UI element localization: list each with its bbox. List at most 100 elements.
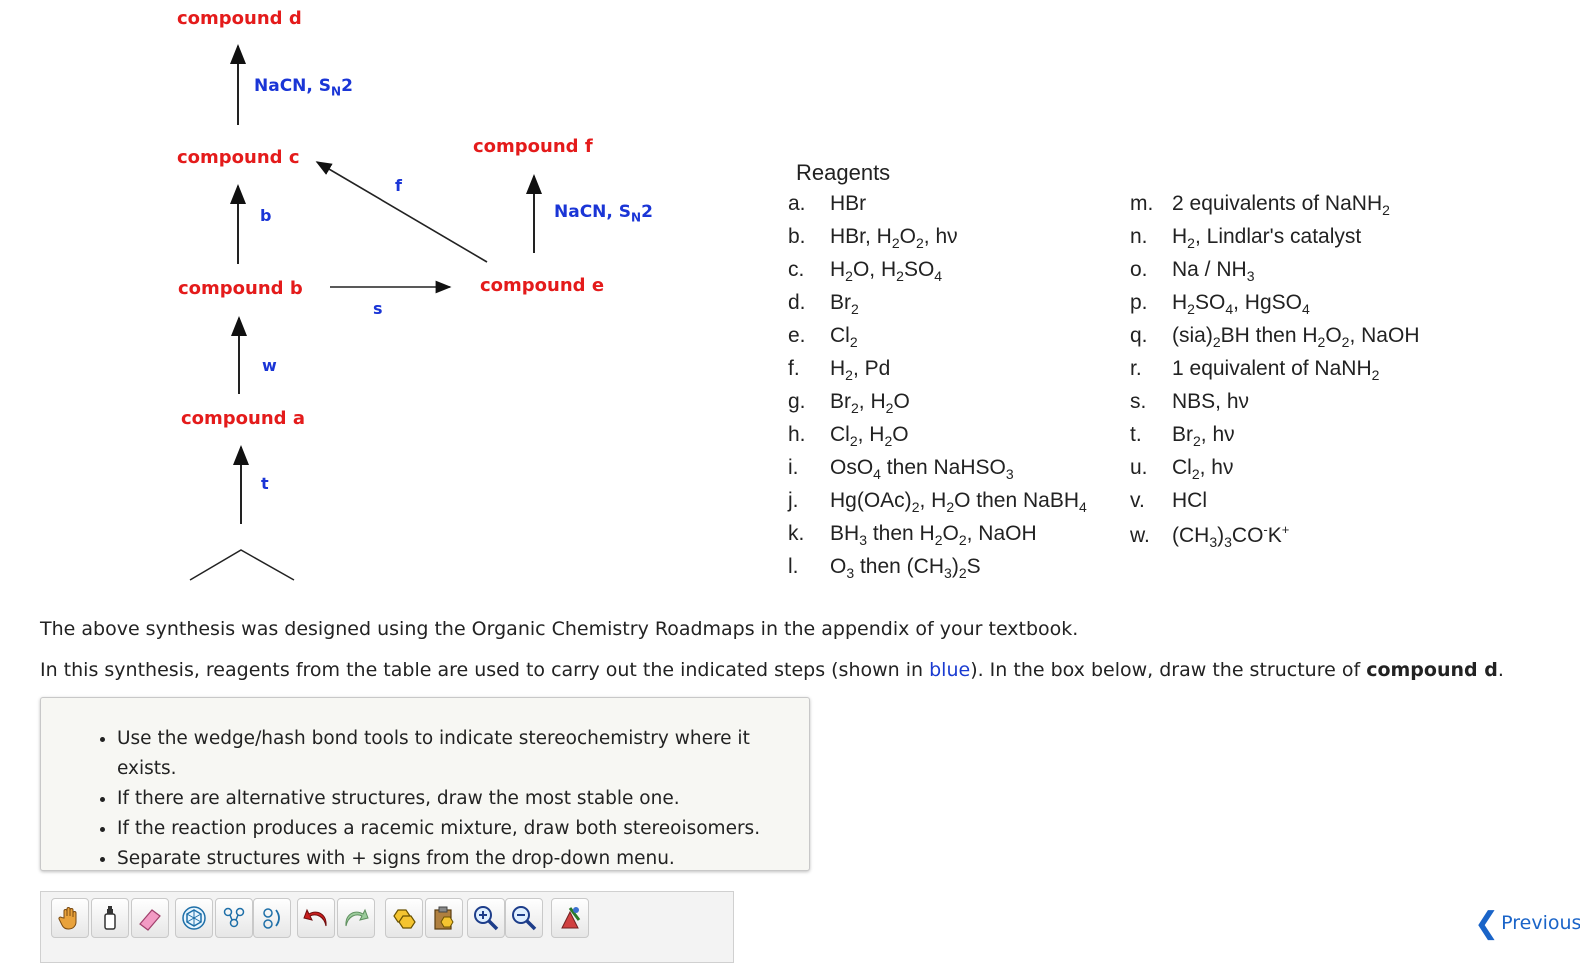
reagent-letter: m. <box>1130 192 1154 215</box>
reagent-p: p. H2SO4, HgSO4 <box>1130 291 1310 317</box>
reagent-j: j. Hg(OAc)2, H2O then NaBH4 <box>788 489 1087 515</box>
reagent-c: c. H2O, H2SO4 <box>788 258 942 284</box>
reagent-text: Br2 <box>830 291 859 318</box>
eraser-icon[interactable] <box>131 898 169 938</box>
reagent-text: NBS, hν <box>1172 390 1250 413</box>
compound-a-label: compound a <box>181 408 305 429</box>
reagent-letter: l. <box>788 555 799 578</box>
reagent-k: k. BH3 then H2O2, NaOH <box>788 522 1037 548</box>
reagent-text: (CH3)3CO-K+ <box>1172 522 1290 551</box>
reagent-letter: v. <box>1130 489 1145 512</box>
instruction-item: If the reaction produces a racemic mixtu… <box>117 814 809 844</box>
reagent-letter: o. <box>1130 258 1148 281</box>
reagent-text: HBr, H2O2, hν <box>830 225 958 252</box>
zoom-out-icon[interactable] <box>505 898 543 938</box>
compound-f-label: compound f <box>473 136 593 157</box>
reagent-text: (sia)2BH then H2O2, NaOH <box>1172 324 1420 351</box>
reagent-text: Hg(OAc)2, H2O then NaBH4 <box>830 489 1087 516</box>
reagent-text: Na / NH3 <box>1172 258 1255 285</box>
reagent-letter: w. <box>1130 524 1150 547</box>
reagent-t: t. Br2, hν <box>1130 423 1235 449</box>
starting-material-structure <box>189 549 295 581</box>
reagent-text: H2O, H2SO4 <box>830 258 943 285</box>
reagent-letter: c. <box>788 258 805 281</box>
instruction-item: Separate structures with + signs from th… <box>117 844 809 874</box>
reagent-letter: t. <box>1130 423 1142 446</box>
step-label-e-to-f: NaCN, SN2 <box>554 202 653 225</box>
question-intro: The above synthesis was designed using t… <box>40 618 1079 640</box>
arrow-e-to-c <box>315 161 488 263</box>
reagent-d: d. Br2 <box>788 291 859 317</box>
reagent-letter: e. <box>788 324 806 347</box>
rotate-icon[interactable] <box>253 898 291 938</box>
reagent-text: 2 equivalents of NaNH2 <box>1172 192 1390 219</box>
reagent-text: H2SO4, HgSO4 <box>1172 291 1310 318</box>
reagent-text: OsO4 then NaHSO3 <box>830 456 1014 483</box>
reagent-letter: k. <box>788 522 805 545</box>
clean-icon[interactable] <box>551 898 589 938</box>
reagent-letter: d. <box>788 291 806 314</box>
reagent-i: i. OsO4 then NaHSO3 <box>788 456 1014 482</box>
instructions-list: Use the wedge/hash bond tools to indicat… <box>41 724 809 874</box>
reagent-m: m. 2 equivalents of NaNH2 <box>1130 192 1390 218</box>
compound-c-label: compound c <box>177 147 300 168</box>
reagent-l: l. O3 then (CH3)2S <box>788 555 981 581</box>
reagent-letter: f. <box>788 357 800 380</box>
redo-icon[interactable] <box>337 898 375 938</box>
instructions-box: Use the wedge/hash bond tools to indicat… <box>40 697 810 871</box>
undo-icon[interactable] <box>297 898 335 938</box>
reagent-text: Cl2 <box>830 324 858 351</box>
step-label-start-to-a: t <box>261 474 269 493</box>
reagent-letter: u. <box>1130 456 1148 479</box>
compound-e-label: compound e <box>480 275 605 296</box>
reagent-letter: b. <box>788 225 806 248</box>
previous-label: Previous <box>1501 912 1580 934</box>
reagent-w: w. (CH3)3CO-K+ <box>1130 522 1289 550</box>
reaction-scheme <box>189 44 542 581</box>
compound-d-label: compound d <box>177 8 302 29</box>
reagent-letter: n. <box>1130 225 1148 248</box>
reagent-text: Br2, hν <box>1172 423 1235 450</box>
chain-icon[interactable] <box>215 898 253 938</box>
reagent-letter: i. <box>788 456 799 479</box>
step-label-a-to-b: w <box>262 356 277 375</box>
ring-template-icon[interactable] <box>175 898 213 938</box>
bottle-icon[interactable] <box>91 898 129 938</box>
step-label-b-to-c: b <box>260 206 272 225</box>
reagent-text: HCl <box>1172 489 1207 512</box>
hand-icon[interactable] <box>51 898 89 938</box>
reagent-text: BH3 then H2O2, NaOH <box>830 522 1037 549</box>
reagent-letter: j. <box>788 489 799 512</box>
drawing-toolbar <box>40 891 734 963</box>
reagent-letter: p. <box>1130 291 1148 314</box>
instruction-item: If there are alternative structures, dra… <box>117 784 809 814</box>
reagent-b: b. HBr, H2O2, hν <box>788 225 958 251</box>
step-label-e-to-c: f <box>395 176 402 195</box>
reagent-q: q. (sia)2BH then H2O2, NaOH <box>1130 324 1419 350</box>
reagent-text: Cl2, H2O <box>830 423 909 450</box>
reagent-r: r. 1 equivalent of NaNH2 <box>1130 357 1379 383</box>
zoom-in-icon[interactable] <box>467 898 505 938</box>
reagent-text: O3 then (CH3)2S <box>830 555 981 582</box>
reagent-letter: h. <box>788 423 806 446</box>
reagent-text: H2, Lindlar's catalyst <box>1172 225 1362 252</box>
reagent-text: H2, Pd <box>830 357 891 384</box>
reagent-f: f. H2, Pd <box>788 357 890 383</box>
previous-button[interactable]: ❮ Previous <box>1474 905 1580 941</box>
reagent-text: 1 equivalent of NaNH2 <box>1172 357 1380 384</box>
reagent-letter: g. <box>788 390 806 413</box>
reagent-e: e. Cl2 <box>788 324 858 350</box>
reagent-h: h. Cl2, H2O <box>788 423 909 449</box>
reagent-g: g. Br2, H2O <box>788 390 910 416</box>
reagent-v: v. HCl <box>1130 489 1207 513</box>
chevron-left-icon: ❮ <box>1474 905 1500 941</box>
reagents-title: Reagents <box>796 160 891 185</box>
reagent-u: u. Cl2, hν <box>1130 456 1234 482</box>
paste-icon[interactable] <box>425 898 463 938</box>
reagent-letter: r. <box>1130 357 1142 380</box>
reagent-s: s. NBS, hν <box>1130 390 1249 414</box>
copy-icon[interactable] <box>385 898 423 938</box>
instruction-item: Use the wedge/hash bond tools to indicat… <box>117 724 809 784</box>
reagent-a: a. HBr <box>788 192 866 216</box>
question-prompt: In this synthesis, reagents from the tab… <box>40 659 1504 681</box>
